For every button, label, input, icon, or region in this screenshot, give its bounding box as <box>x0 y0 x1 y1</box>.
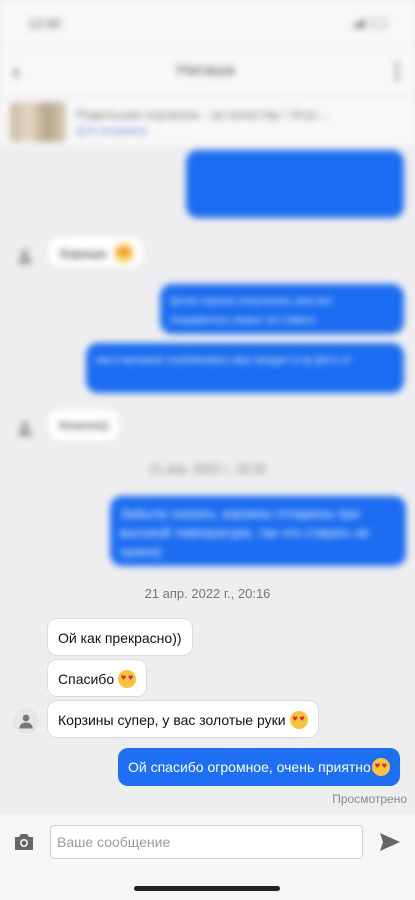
incoming-message: Спасибо <box>47 659 148 697</box>
battery-icon <box>371 18 387 28</box>
outgoing-message: Забыла сказать, корзины отпарены при выс… <box>110 496 406 566</box>
date-separator: 21 апр. 2022 г., 18:33 <box>149 462 266 476</box>
product-link[interactable]: Для продавца <box>76 125 396 137</box>
status-time: 12:00 <box>28 15 61 31</box>
status-icons <box>351 18 387 28</box>
outgoing-message: как в магазине опубликовать ваш продукт … <box>86 343 404 393</box>
incoming-message: Корзины супер, у вас золотые руки <box>47 700 319 738</box>
incoming-message: Ой как прекрасно)) <box>47 618 193 656</box>
back-arrow-icon[interactable]: ‹ <box>12 58 21 84</box>
read-status: Просмотрено <box>332 792 407 806</box>
product-thumbnail <box>10 101 66 142</box>
send-icon[interactable] <box>377 829 403 855</box>
date-separator: 21 апр. 2022 г., 20:16 <box>144 586 271 601</box>
camera-icon[interactable] <box>12 830 36 854</box>
outgoing-message: Ой спасибо огромное, очень приятно <box>118 748 400 786</box>
bottom-area <box>0 870 415 900</box>
product-strip[interactable]: Родильная корзинка - за качеству / Атус.… <box>0 96 415 148</box>
heart-eyes-emoji-icon <box>289 711 308 729</box>
signal-icon <box>351 18 365 28</box>
message-input-bar <box>0 814 415 870</box>
user-avatar-icon <box>12 243 38 269</box>
chat-title: Наташа <box>176 62 235 79</box>
user-avatar-icon <box>12 415 38 441</box>
outgoing-image-message[interactable] <box>186 150 404 218</box>
incoming-message: Хорошо <box>48 235 144 269</box>
chat-header: ‹ Наташа <box>0 46 415 96</box>
outgoing-message: фотки хорошо получились мне все понравил… <box>160 284 404 334</box>
status-bar: 12:00 <box>0 0 415 46</box>
product-title: Родильная корзинка - за качеству / Атус.… <box>76 106 329 122</box>
smiling-hearts-emoji-icon <box>371 758 390 776</box>
home-indicator[interactable] <box>134 886 280 891</box>
incoming-message: Конечно)) <box>48 408 120 442</box>
message-input[interactable] <box>50 825 363 859</box>
heart-eyes-emoji-icon <box>118 670 137 688</box>
user-avatar-icon <box>13 708 39 734</box>
more-options-icon[interactable] <box>391 62 403 80</box>
